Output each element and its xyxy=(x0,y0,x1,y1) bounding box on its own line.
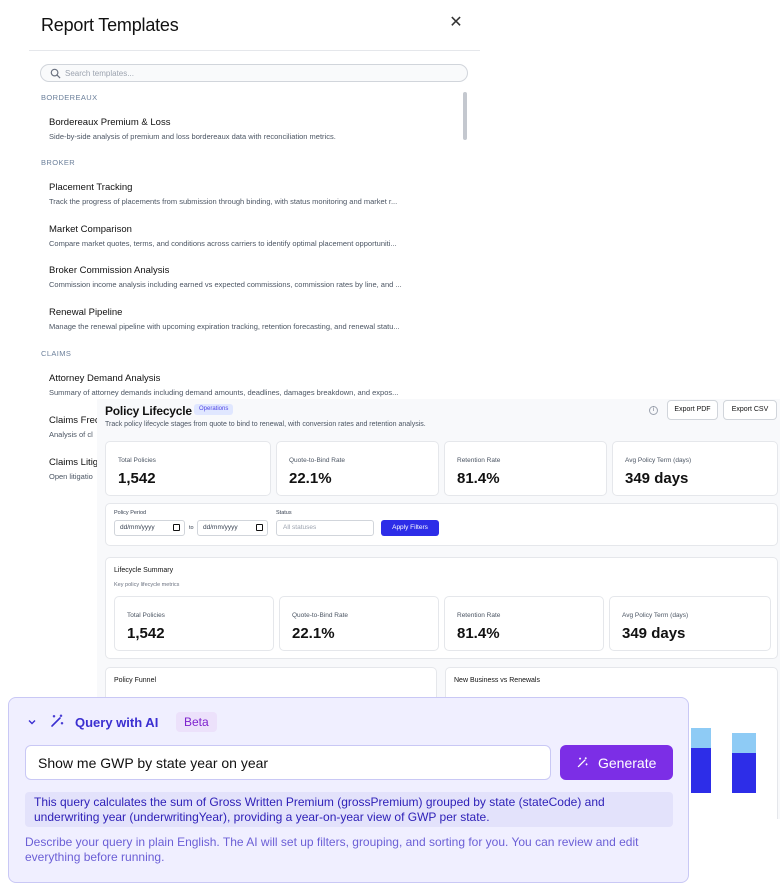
chart-bar xyxy=(691,728,711,793)
bar-segment-renewals xyxy=(732,733,756,753)
group-label-bordereaux: BORDEREAUX xyxy=(41,93,98,102)
kpi-value: 349 days xyxy=(625,470,689,487)
template-description: Track the progress of placements from su… xyxy=(49,197,398,206)
summary-kpi-retention-rate: Retention Rate 81.4% xyxy=(444,596,604,651)
calendar-icon xyxy=(256,524,263,531)
search-icon xyxy=(50,68,61,79)
kpi-value: 1,542 xyxy=(118,470,156,487)
template-description: Side-by-side analysis of premium and los… xyxy=(49,132,336,141)
kpi-label: Quote-to-Bind Rate xyxy=(289,457,346,464)
apply-filters-button[interactable]: Apply Filters xyxy=(381,520,439,536)
category-badge: Operations xyxy=(194,404,234,415)
calendar-icon xyxy=(173,524,180,531)
summary-subtitle: Key policy lifecycle metrics xyxy=(114,582,180,588)
beta-badge: Beta xyxy=(176,712,217,732)
template-item[interactable]: Bordereaux Premium & Loss Side-by-side a… xyxy=(49,117,459,141)
query-input[interactable] xyxy=(25,745,551,780)
kpi-value: 349 days xyxy=(622,625,686,642)
kpi-value: 81.4% xyxy=(457,470,500,487)
template-name: Bordereaux Premium & Loss xyxy=(49,117,171,128)
kpi-card-total-policies: Total Policies 1,542 xyxy=(105,441,271,496)
bar-segment-new-business xyxy=(691,748,711,793)
search-box[interactable] xyxy=(40,64,468,82)
query-hint: Describe your query in plain English. Th… xyxy=(25,835,639,864)
status-label: Status xyxy=(276,510,292,516)
start-date-field[interactable]: dd/mm/yyyy xyxy=(114,520,185,536)
ai-panel-title: Query with AI xyxy=(75,715,159,730)
kpi-value: 22.1% xyxy=(289,470,332,487)
summary-kpi-avg-policy-term: Avg Policy Term (days) 349 days xyxy=(609,596,771,651)
template-item[interactable]: Attorney Demand Analysis Summary of atto… xyxy=(49,373,459,397)
template-item[interactable]: Market Comparison Compare market quotes,… xyxy=(49,224,459,248)
kpi-value: 81.4% xyxy=(457,625,500,642)
kpi-value: 1,542 xyxy=(127,625,165,642)
group-label-broker: BROKER xyxy=(41,158,76,167)
policy-period-label: Policy Period xyxy=(114,510,147,516)
panel-title: Report Templates xyxy=(41,15,179,35)
date-placeholder: dd/mm/yyyy xyxy=(203,524,238,531)
template-name: Attorney Demand Analysis xyxy=(49,373,161,384)
to-label: to xyxy=(189,525,194,531)
scrollbar[interactable] xyxy=(463,92,467,140)
chevron-down-icon[interactable] xyxy=(27,717,37,727)
query-with-ai-panel: Query with AI Beta Generate This query c… xyxy=(8,697,689,883)
template-name: Renewal Pipeline xyxy=(49,307,123,318)
kpi-label: Total Policies xyxy=(118,457,156,464)
template-item[interactable]: Renewal Pipeline Manage the renewal pipe… xyxy=(49,307,459,331)
summary-title: Lifecycle Summary xyxy=(114,567,174,574)
funnel-title: Policy Funnel xyxy=(114,677,157,684)
query-explanation: This query calculates the sum of Gross W… xyxy=(25,792,673,827)
magic-wand-icon xyxy=(51,714,64,727)
template-name: Broker Commission Analysis xyxy=(49,265,170,276)
bar-segment-renewals xyxy=(691,728,711,748)
status-value: All statuses xyxy=(283,524,317,531)
template-name: Market Comparison xyxy=(49,224,132,235)
kpi-label: Retention Rate xyxy=(457,612,501,619)
search-input[interactable] xyxy=(65,66,455,80)
kpi-label: Retention Rate xyxy=(457,457,501,464)
filters-card: Policy Period dd/mm/yyyy to dd/mm/yyyy S… xyxy=(105,503,778,546)
template-name: Placement Tracking xyxy=(49,182,133,193)
template-item[interactable]: Broker Commission Analysis Commission in… xyxy=(49,265,459,289)
lifecycle-summary-card: Lifecycle Summary Key policy lifecycle m… xyxy=(105,557,778,659)
end-date-field[interactable]: dd/mm/yyyy xyxy=(197,520,268,536)
template-description: Summary of attorney demands including de… xyxy=(49,388,399,397)
kpi-label: Avg Policy Term (days) xyxy=(625,457,692,464)
generate-label: Generate xyxy=(598,755,657,771)
template-description: Compare market quotes, terms, and condit… xyxy=(49,239,397,248)
page-subtitle: Track policy lifecycle stages from quote… xyxy=(105,421,426,428)
summary-kpi-total-policies: Total Policies 1,542 xyxy=(114,596,274,651)
divider xyxy=(29,50,480,51)
kpi-value: 22.1% xyxy=(292,625,335,642)
kpi-label: Avg Policy Term (days) xyxy=(622,612,689,619)
generate-button[interactable]: Generate xyxy=(560,745,673,780)
bar-segment-new-business xyxy=(732,753,756,793)
template-item[interactable]: Placement Tracking Track the progress of… xyxy=(49,182,459,206)
export-pdf-button[interactable]: Export PDF xyxy=(667,400,718,420)
page-title: Policy Lifecycle xyxy=(105,404,192,418)
kpi-label: Quote-to-Bind Rate xyxy=(292,612,349,619)
kpi-card-avg-policy-term: Avg Policy Term (days) 349 days xyxy=(612,441,778,496)
summary-kpi-quote-to-bind: Quote-to-Bind Rate 22.1% xyxy=(279,596,439,651)
chart-bar xyxy=(732,733,756,793)
template-description: Manage the renewal pipeline with upcomin… xyxy=(49,322,400,331)
export-csv-button[interactable]: Export CSV xyxy=(723,400,777,420)
kpi-label: Total Policies xyxy=(127,612,165,619)
template-description: Commission income analysis including ear… xyxy=(49,280,402,289)
magic-wand-icon xyxy=(577,757,588,768)
info-icon[interactable]: i xyxy=(649,406,658,415)
date-placeholder: dd/mm/yyyy xyxy=(120,524,155,531)
group-label-claims: CLAIMS xyxy=(41,349,72,358)
status-select[interactable]: All statuses xyxy=(276,520,374,536)
kpi-card-retention-rate: Retention Rate 81.4% xyxy=(444,441,607,496)
nb-chart-title: New Business vs Renewals xyxy=(454,677,540,684)
kpi-card-quote-to-bind: Quote-to-Bind Rate 22.1% xyxy=(276,441,439,496)
close-icon[interactable]: ✕ xyxy=(447,14,465,32)
